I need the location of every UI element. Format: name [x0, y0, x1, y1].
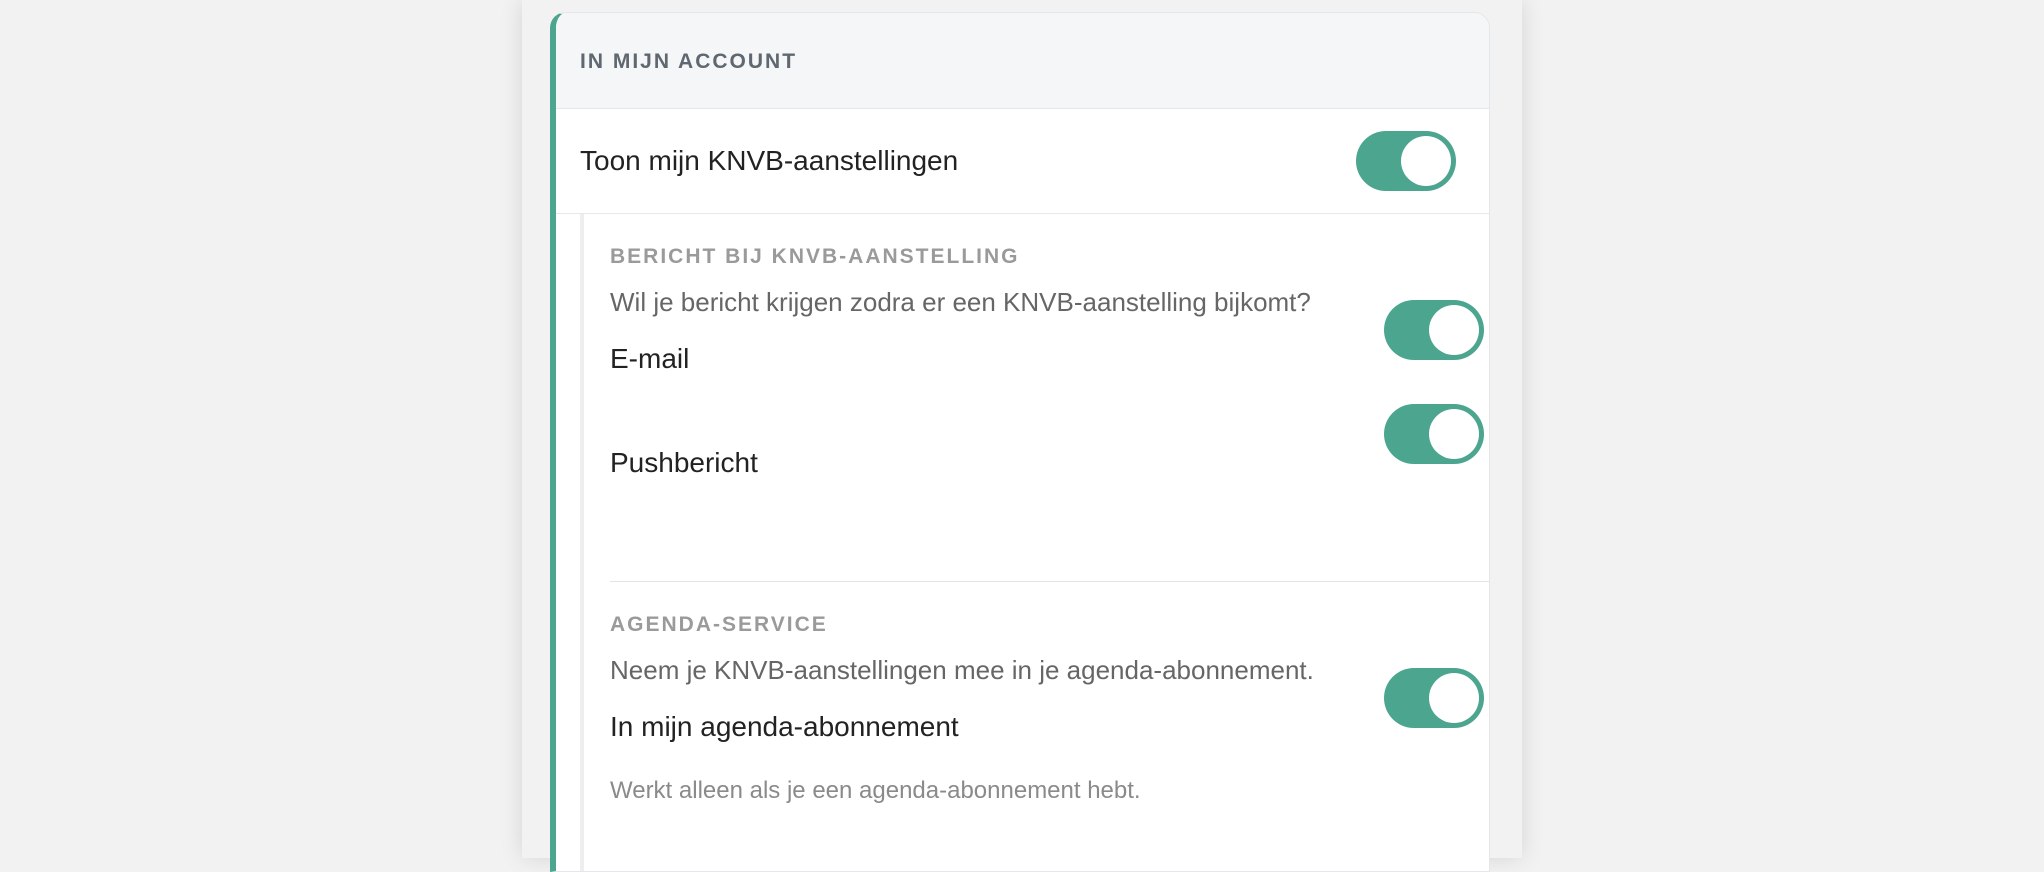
- agenda-description: Neem je KNVB-aanstellingen mee in je age…: [610, 655, 1314, 685]
- page-container: IN MIJN ACCOUNT Toon mijn KNVB-aanstelli…: [522, 0, 1522, 872]
- email-toggle[interactable]: [1384, 300, 1484, 360]
- agenda-option-label: In mijn agenda-abonnement: [610, 711, 959, 742]
- section-title: IN MIJN ACCOUNT: [580, 50, 798, 73]
- agenda-note: Werkt alleen als je een agenda-abonnemen…: [610, 777, 1141, 804]
- email-option-label: E-mail: [610, 343, 690, 374]
- push-toggle[interactable]: [1384, 404, 1484, 464]
- show-assignments-toggle[interactable]: [1356, 131, 1456, 191]
- toggle-knob: [1429, 305, 1479, 355]
- toggle-knob: [1429, 673, 1479, 723]
- toggle-knob: [1429, 409, 1479, 459]
- section-divider: [610, 581, 1489, 582]
- show-assignments-row: Toon mijn KNVB-aanstellingen: [556, 109, 1489, 214]
- notification-section-title: BERICHT BIJ KNVB-AANSTELLING: [610, 245, 1020, 268]
- assignment-options-panel: BERICHT BIJ KNVB-AANSTELLING Wil je beri…: [580, 214, 1489, 871]
- agenda-section-title: AGENDA-SERVICE: [610, 613, 828, 636]
- toggle-knob: [1401, 136, 1451, 186]
- show-assignments-label: Toon mijn KNVB-aanstellingen: [580, 145, 959, 176]
- notification-description: Wil je bericht krijgen zodra er een KNVB…: [610, 287, 1311, 317]
- card-header: IN MIJN ACCOUNT: [556, 13, 1489, 109]
- agenda-toggle[interactable]: [1384, 668, 1484, 728]
- account-settings-card: IN MIJN ACCOUNT Toon mijn KNVB-aanstelli…: [550, 12, 1490, 872]
- push-option-label: Pushbericht: [610, 447, 758, 478]
